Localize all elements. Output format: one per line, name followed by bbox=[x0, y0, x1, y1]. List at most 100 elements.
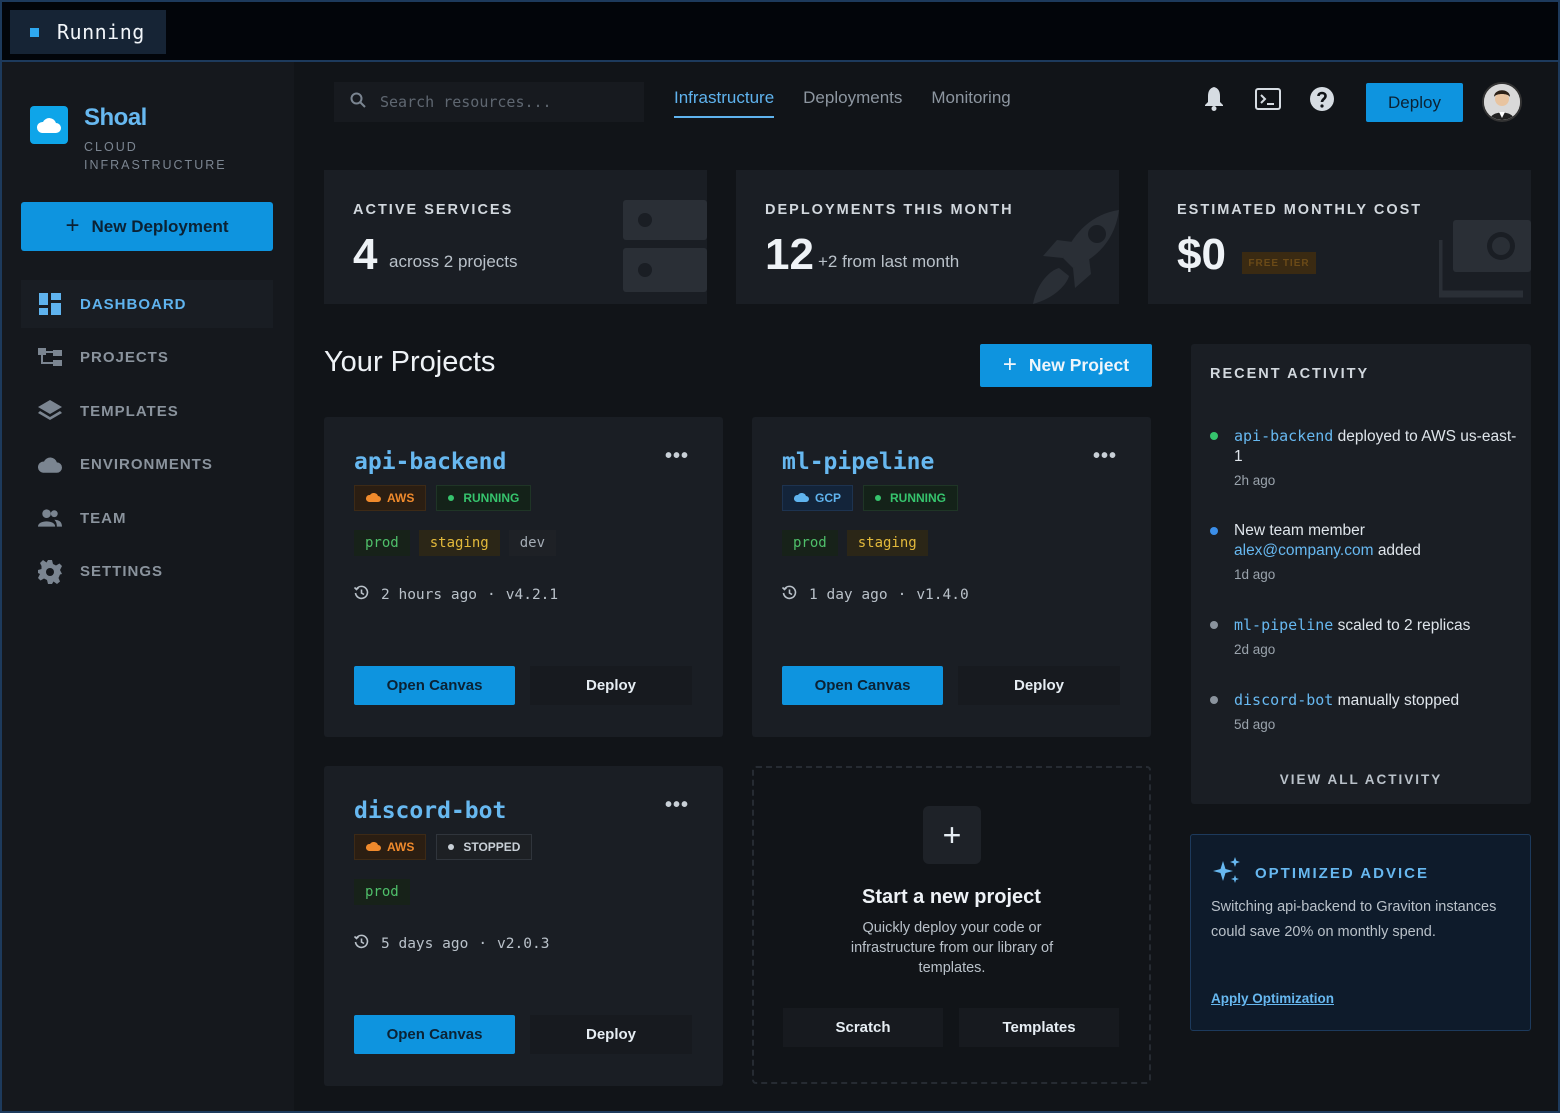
scratch-button[interactable]: Scratch bbox=[783, 1008, 943, 1047]
bell-icon[interactable] bbox=[1199, 84, 1229, 114]
more-options-icon[interactable]: ••• bbox=[665, 794, 689, 817]
main-content: Search resources... Infrastructure Deplo… bbox=[294, 62, 1558, 1111]
status-badge: RUNNING bbox=[863, 485, 959, 511]
terminal-icon[interactable] bbox=[1253, 84, 1283, 114]
stat-card-active-services: ACTIVE SERVICES 4 across 2 projects bbox=[324, 170, 707, 304]
dashboard-icon bbox=[38, 292, 62, 316]
optimized-advice-panel: OPTIMIZED ADVICE Switching api-backend t… bbox=[1190, 834, 1531, 1031]
activity-text: manually stopped bbox=[1337, 692, 1460, 709]
tab-monitoring[interactable]: Monitoring bbox=[931, 88, 1010, 118]
version: v2.0.3 bbox=[497, 935, 550, 952]
updated-time: 2 hours ago bbox=[381, 586, 478, 603]
status-dot-icon bbox=[448, 844, 455, 850]
project-card-api-backend: api-backend ••• AWS RUNNING prod staging… bbox=[324, 417, 723, 737]
new-project-button[interactable]: + New Project bbox=[980, 344, 1152, 387]
advice-body: Switching api-backend to Graviton instan… bbox=[1211, 899, 1497, 940]
new-project-title: Start a new project bbox=[862, 886, 1041, 908]
cloud-icon bbox=[793, 491, 809, 505]
tab-deployments[interactable]: Deployments bbox=[803, 88, 902, 118]
status-dot-icon bbox=[448, 495, 455, 501]
activity-subject[interactable]: ml-pipeline bbox=[1234, 616, 1333, 634]
cloud-label: AWS bbox=[387, 491, 415, 505]
server-icon bbox=[623, 200, 707, 297]
recent-activity-panel: RECENT ACTIVITY api-backend deployed to … bbox=[1191, 344, 1531, 804]
activity-dot-icon bbox=[1210, 621, 1218, 629]
updated-time: 1 day ago bbox=[809, 586, 888, 603]
status-indicator: Running bbox=[10, 10, 166, 54]
status-label: STOPPED bbox=[463, 840, 521, 854]
projects-icon bbox=[38, 346, 62, 370]
avatar[interactable] bbox=[1482, 82, 1522, 122]
sidebar-item-dashboard[interactable]: DASHBOARD bbox=[21, 280, 273, 328]
tab-infrastructure[interactable]: Infrastructure bbox=[674, 88, 775, 118]
sidebar-item-label: TEAM bbox=[80, 509, 127, 527]
add-icon[interactable]: + bbox=[923, 806, 981, 864]
open-canvas-button[interactable]: Open Canvas bbox=[354, 666, 515, 705]
history-icon bbox=[353, 934, 369, 953]
activity-item: discord-bot manually stopped 5d ago bbox=[1210, 690, 1520, 732]
brand[interactable]: Shoal CLOUD INFRASTRUCTURE bbox=[30, 104, 234, 174]
more-options-icon[interactable]: ••• bbox=[1093, 445, 1117, 468]
view-all-activity-link[interactable]: VIEW ALL ACTIVITY bbox=[1191, 772, 1531, 787]
activity-subject[interactable]: discord-bot bbox=[1234, 691, 1333, 709]
env-tag-prod: prod bbox=[354, 530, 410, 556]
sidebar-item-templates[interactable]: TEMPLATES bbox=[21, 387, 273, 435]
activity-link[interactable]: alex@company.com bbox=[1234, 542, 1374, 559]
env-tag-staging: staging bbox=[418, 530, 500, 556]
open-canvas-button[interactable]: Open Canvas bbox=[782, 666, 943, 705]
stat-label: DEPLOYMENTS THIS MONTH bbox=[765, 202, 1014, 218]
activity-dot-icon bbox=[1210, 527, 1218, 535]
env-tag-staging: staging bbox=[846, 530, 928, 556]
layers-icon bbox=[38, 399, 62, 423]
deploy-button[interactable]: Deploy bbox=[1366, 83, 1463, 122]
updated-time: 5 days ago bbox=[381, 935, 469, 952]
project-name[interactable]: discord-bot bbox=[354, 798, 506, 824]
history-icon bbox=[781, 585, 797, 604]
activity-time: 2h ago bbox=[1234, 473, 1276, 488]
free-tier-badge: FREE TIER bbox=[1242, 252, 1316, 274]
env-tag-prod: prod bbox=[782, 530, 838, 556]
status-label: RUNNING bbox=[890, 491, 947, 505]
tab-bar: Infrastructure Deployments Monitoring bbox=[674, 88, 1040, 118]
deploy-project-button[interactable]: Deploy bbox=[530, 1015, 692, 1054]
activity-subject[interactable]: api-backend bbox=[1234, 427, 1333, 445]
search-input[interactable]: Search resources... bbox=[334, 82, 644, 122]
version: v4.2.1 bbox=[505, 586, 559, 603]
sidebar-item-settings[interactable]: SETTINGS bbox=[21, 548, 273, 596]
stat-value: 4 bbox=[353, 230, 378, 279]
new-deployment-button[interactable]: + New Deployment bbox=[21, 202, 273, 251]
project-name[interactable]: api-backend bbox=[354, 449, 506, 475]
templates-button[interactable]: Templates bbox=[959, 1008, 1119, 1047]
status-badge: RUNNING bbox=[436, 485, 532, 511]
projects-title: Your Projects bbox=[324, 346, 496, 378]
team-icon bbox=[38, 506, 62, 530]
stat-label: ESTIMATED MONTHLY COST bbox=[1177, 202, 1423, 218]
apply-optimization-link[interactable]: Apply Optimization bbox=[1211, 991, 1334, 1006]
sidebar-item-label: ENVIRONMENTS bbox=[80, 456, 213, 474]
status-label: Running bbox=[57, 20, 145, 44]
gear-icon bbox=[38, 559, 62, 584]
sidebar-item-label: TEMPLATES bbox=[80, 402, 179, 420]
activity-title: RECENT ACTIVITY bbox=[1210, 366, 1370, 382]
open-canvas-button[interactable]: Open Canvas bbox=[354, 1015, 515, 1054]
project-name[interactable]: ml-pipeline bbox=[782, 449, 934, 475]
sidebar-item-projects[interactable]: PROJECTS bbox=[21, 334, 273, 382]
new-project-label: New Project bbox=[1028, 355, 1130, 375]
top-status-bar: Running bbox=[2, 2, 1558, 62]
sidebar-item-team[interactable]: TEAM bbox=[21, 494, 273, 542]
env-tags: prod bbox=[354, 879, 419, 905]
cloud-logo-icon bbox=[30, 106, 68, 144]
stat-value: 12 bbox=[765, 230, 814, 279]
sidebar-item-environments[interactable]: ENVIRONMENTS bbox=[21, 441, 273, 489]
advice-title: OPTIMIZED ADVICE bbox=[1255, 864, 1429, 882]
activity-dot-icon bbox=[1210, 432, 1218, 440]
deploy-project-button[interactable]: Deploy bbox=[958, 666, 1120, 705]
env-tag-dev: dev bbox=[508, 530, 557, 556]
cloud-icon bbox=[365, 840, 381, 854]
deploy-project-button[interactable]: Deploy bbox=[530, 666, 692, 705]
app-window: Running Shoal CLOUD INFRASTRUCTURE + New… bbox=[0, 0, 1560, 1113]
new-deployment-label: New Deployment bbox=[91, 216, 229, 236]
help-icon[interactable] bbox=[1307, 84, 1337, 114]
project-meta: 2 hours ago · v4.2.1 bbox=[353, 585, 559, 604]
more-options-icon[interactable]: ••• bbox=[665, 445, 689, 468]
